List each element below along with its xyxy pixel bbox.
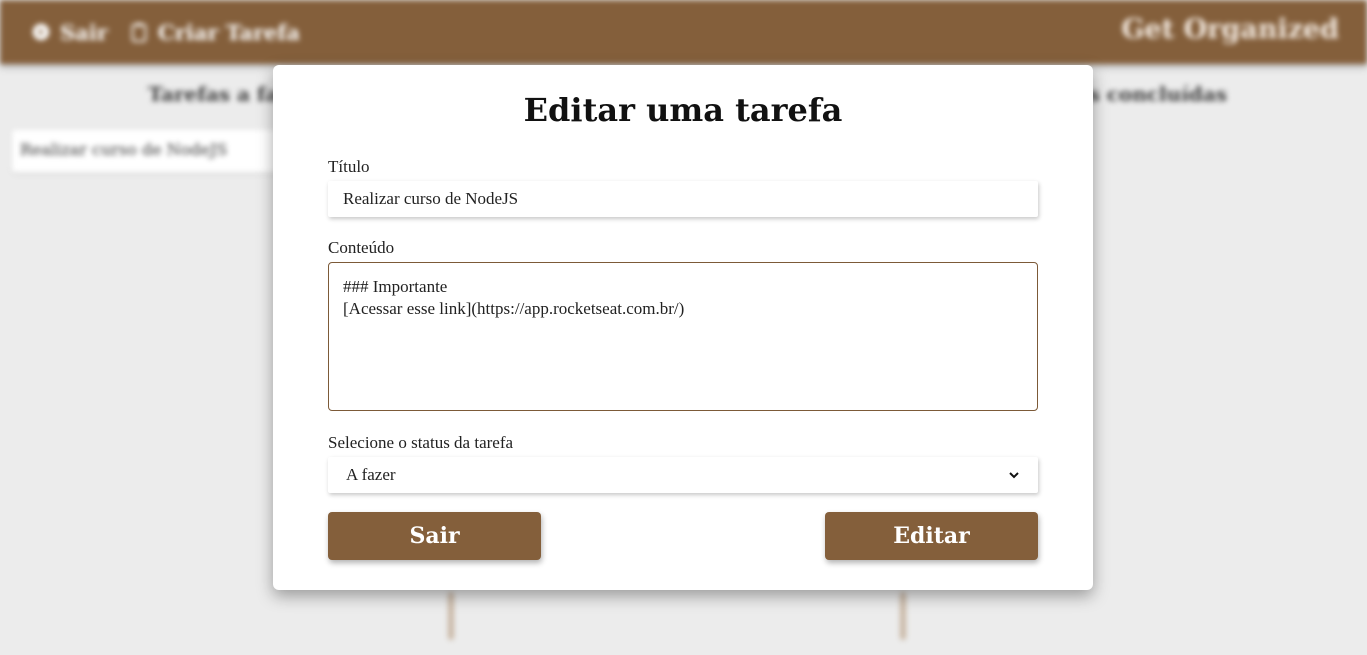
exit-button[interactable]: Sair — [328, 512, 541, 560]
content-label: Conteúdo — [328, 238, 395, 257]
title-label: Título — [328, 157, 370, 176]
chevron-down-icon — [1009, 472, 1019, 479]
content-textarea[interactable]: ### Importante [Acessar esse link](https… — [328, 262, 1038, 411]
status-label: Selecione o status da tarefa — [328, 433, 514, 452]
modal-title: Editar uma tarefa — [523, 91, 843, 129]
title-input[interactable] — [328, 181, 1038, 217]
edit-button[interactable]: Editar — [825, 512, 1038, 560]
status-select[interactable]: A fazer — [328, 457, 1038, 493]
edit-task-modal: Editar uma tarefa Título Conteúdo ### Im… — [273, 65, 1093, 590]
status-selected-value: A fazer — [346, 465, 396, 484]
